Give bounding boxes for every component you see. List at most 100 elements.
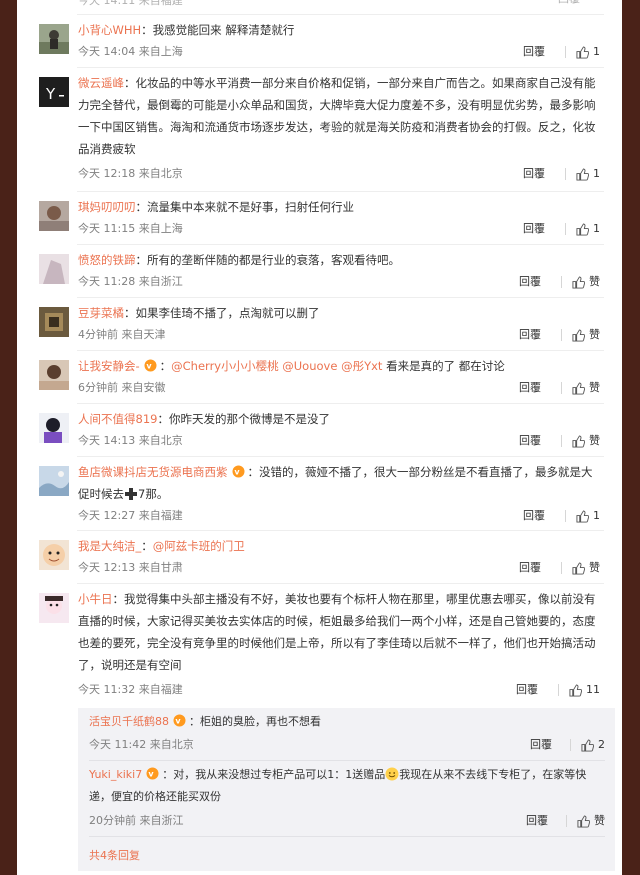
reply-button[interactable]: 回覆: [519, 328, 541, 342]
avatar[interactable]: Y: [39, 77, 69, 107]
comment-meta: 今天 11:28 来自浙江: [78, 275, 183, 288]
reply-button[interactable]: 回覆: [523, 45, 545, 59]
clipped-comment: 今天 14:11 来自福建 回覆: [17, 0, 622, 14]
thumbs-up-icon[interactable]: [576, 222, 589, 236]
username-link[interactable]: 我是大纯洁_: [78, 539, 141, 553]
comment-content: 我感觉能回来 解释清楚就行: [152, 23, 295, 37]
comment-content: 化妆品的中等水平消费一部分来自价格和促销，一部分来自广而告之。如果商家自己没有能…: [78, 76, 596, 156]
avatar[interactable]: [39, 540, 69, 570]
like-count: 1: [593, 45, 600, 58]
comment-meta: 今天 14:11 来自福建: [78, 0, 183, 7]
username-link[interactable]: 人间不值得819: [78, 412, 157, 426]
comment-panel: 今天 14:11 来自福建 回覆 小背心WHH：我感觉能回来 解释清楚就行 今天…: [17, 0, 622, 875]
reply-button[interactable]: 回覆: [526, 814, 548, 828]
comment-actions: 回覆 赞: [519, 561, 600, 575]
username-link[interactable]: 让我安静会-: [78, 359, 140, 373]
mention-link[interactable]: @Cherry小小小樱桃 @Uouove @彤Yxt: [171, 359, 382, 373]
reply-button[interactable]: 回覆: [523, 222, 545, 236]
cross-emoji-icon: [124, 487, 138, 501]
username-link[interactable]: 琪妈叨叨叨: [78, 200, 136, 214]
username-link[interactable]: 小牛日: [78, 592, 113, 606]
comment-meta: 今天 11:15 来自上海: [78, 222, 183, 235]
action-divider: [561, 276, 562, 288]
comment-meta: 今天 11:32 来自福建: [78, 683, 183, 696]
action-divider: [565, 46, 566, 58]
like-count: 1: [593, 509, 600, 522]
like-count: 1: [593, 167, 600, 180]
reply-button[interactable]: 回覆: [558, 0, 580, 6]
thumbs-up-icon[interactable]: [572, 434, 585, 448]
comment-actions: 回覆 赞: [519, 275, 600, 289]
subreply-meta: 今天 11:42 来自北京: [89, 738, 194, 751]
comment-content: 你昨天发的那个微博是不是没了: [168, 412, 330, 426]
comment-text: 琪妈叨叨叨：流量集中本来就不是好事，扫射任何行业: [78, 200, 354, 214]
avatar[interactable]: [39, 593, 69, 623]
thumbs-up-icon[interactable]: [572, 561, 585, 575]
action-divider: [565, 510, 566, 522]
mention-link[interactable]: @阿兹卡班的门卫: [153, 539, 245, 553]
reply-button[interactable]: 回覆: [519, 434, 541, 448]
action-divider: [561, 562, 562, 574]
view-more-replies-link[interactable]: 共4条回复: [89, 847, 140, 863]
thumbs-up-icon[interactable]: [572, 275, 585, 289]
action-divider: [561, 435, 562, 447]
comment-text: 豆芽菜橘：如果李佳琦不播了，点淘就可以删了: [78, 306, 320, 320]
thumbs-up-icon[interactable]: [569, 683, 582, 697]
reply-button[interactable]: 回覆: [519, 275, 541, 289]
smile-emoji-icon: [385, 767, 399, 781]
thumbs-up-icon[interactable]: [577, 814, 590, 828]
vip-badge-icon: v: [145, 767, 160, 780]
thumbs-up-icon[interactable]: [576, 167, 589, 181]
thumbs-up-icon[interactable]: [572, 328, 585, 342]
comment-actions: 回覆 1: [523, 167, 600, 181]
username-link[interactable]: 小背心WHH: [78, 23, 141, 37]
username-link[interactable]: 愤怒的铁蹄: [78, 253, 136, 267]
avatar[interactable]: [39, 413, 69, 443]
username-link[interactable]: 鱼店微课抖店无货源电商西紫: [78, 465, 228, 479]
reply-button[interactable]: 回覆: [519, 381, 541, 395]
username-link[interactable]: 豆芽菜橘: [78, 306, 124, 320]
subreply-text: Yuki_kiki7 v ：对，我从来没想过专柜产品可以1：1送赠品 我现在从来不去线…: [89, 767, 587, 803]
comment-text: 微云遥峰：化妆品的中等水平消费一部分来自价格和促销，一部分来自广而告之。如果商家…: [78, 76, 596, 156]
comment-actions: 回覆 赞: [519, 328, 600, 342]
reply-button[interactable]: 回覆: [516, 683, 538, 697]
comment-text: 鱼店微课抖店无货源电商西紫 v ：没错的，薇娅不播了，很大一部分粉丝是不看直播了，最…: [78, 465, 593, 501]
vip-badge-icon: v: [172, 714, 187, 727]
comment-item: 让我安静会-v ：@Cherry小小小樱桃 @Uouove @彤Yxt 看来是真的…: [17, 350, 622, 403]
like-label: 赞: [589, 561, 600, 574]
avatar[interactable]: [39, 307, 69, 337]
reply-button[interactable]: 回覆: [530, 738, 552, 752]
thumbs-up-icon[interactable]: [576, 45, 589, 59]
reply-button[interactable]: 回覆: [519, 561, 541, 575]
comment-text: 愤怒的铁蹄：所有的垄断伴随的都是行业的衰落，客观看待吧。: [78, 253, 400, 267]
thumbs-up-icon[interactable]: [576, 509, 589, 523]
action-divider: [561, 329, 562, 341]
username-link[interactable]: Yuki_kiki7: [89, 768, 142, 781]
thumbs-up-icon[interactable]: [572, 381, 585, 395]
comment-meta: 今天 12:13 来自甘肃: [78, 561, 183, 574]
comment-text: 小牛日：我觉得集中头部主播没有不好，美妆也要有个标杆人物在那里，哪里优惠去哪买，…: [78, 592, 596, 672]
avatar[interactable]: [39, 201, 69, 231]
comment-item: 愤怒的铁蹄：所有的垄断伴随的都是行业的衰落，客观看待吧。 今天 11:28 来自…: [17, 244, 622, 297]
username-link[interactable]: 微云遥峰: [78, 76, 124, 90]
comment-text: 小背心WHH：我感觉能回来 解释清楚就行: [78, 23, 295, 37]
reply-button[interactable]: 回覆: [523, 509, 545, 523]
like-label: 赞: [589, 328, 600, 341]
avatar[interactable]: [39, 360, 69, 390]
comment-item: 人间不值得819：你昨天发的那个微博是不是没了 今天 14:13 来自北京 回覆…: [17, 403, 622, 456]
avatar[interactable]: [39, 24, 69, 54]
comment-item: 豆芽菜橘：如果李佳琦不播了，点淘就可以删了 4分钟前 来自天津 回覆 赞: [17, 297, 622, 350]
comment-item: 小牛日：我觉得集中头部主播没有不好，美妆也要有个标杆人物在那里，哪里优惠去哪买，…: [17, 583, 622, 708]
avatar[interactable]: [39, 254, 69, 284]
comment-actions: 回覆 1: [523, 222, 600, 236]
avatar[interactable]: [39, 466, 69, 496]
comment-item: 鱼店微课抖店无货源电商西紫 v ：没错的，薇娅不播了，很大一部分粉丝是不看直播了，最…: [17, 456, 622, 530]
reply-button[interactable]: 回覆: [523, 167, 545, 181]
comment-content: 如果李佳琦不播了，点淘就可以删了: [135, 306, 320, 320]
thumbs-up-icon[interactable]: [581, 738, 594, 752]
subreply-actions: 回覆 赞: [526, 814, 605, 828]
comment-actions: 回覆 赞: [519, 381, 600, 395]
comment-meta: 今天 14:04 来自上海: [78, 45, 183, 58]
username-link[interactable]: 活宝贝千纸鹤88: [89, 715, 169, 728]
like-count: 2: [598, 738, 605, 751]
